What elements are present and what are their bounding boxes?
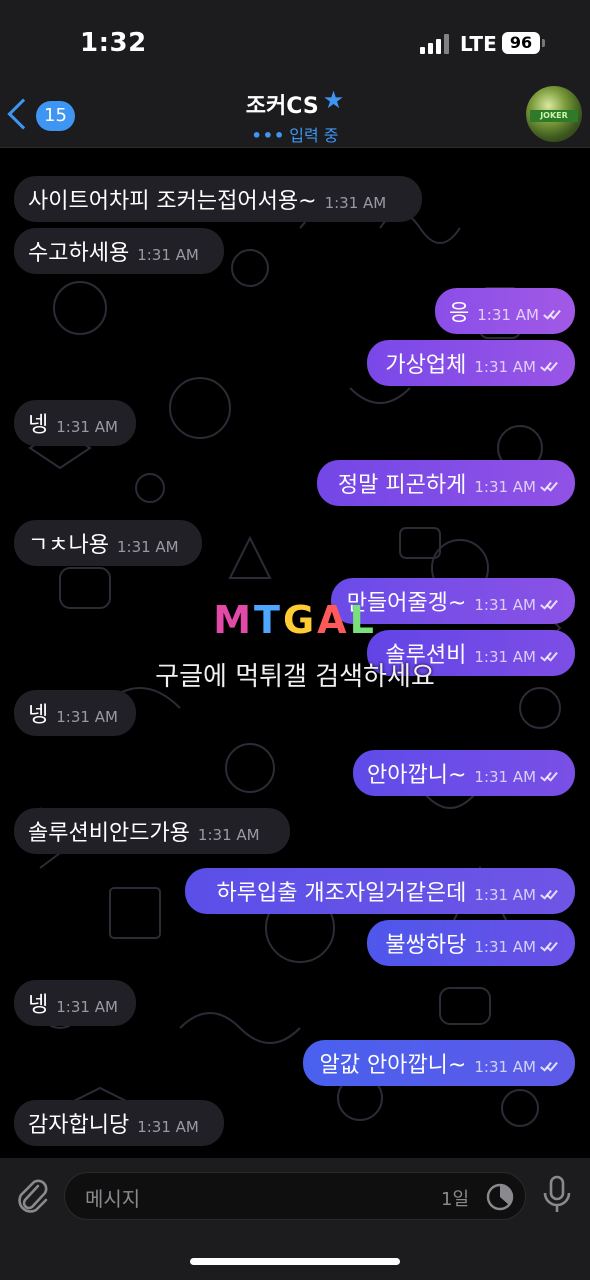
message-text: 응 — [449, 301, 470, 326]
message-text: 감자합니당 — [28, 1113, 130, 1138]
incoming-message[interactable]: 넹 1:31 AM — [14, 690, 136, 736]
message-time: 1:31 AM — [474, 596, 536, 614]
message-text: ㄱㅊ나용 — [28, 533, 109, 558]
avatar[interactable]: JOKER — [526, 86, 582, 142]
message-time: 1:31 AM — [474, 478, 536, 496]
message-time: 1:31 AM — [474, 938, 536, 956]
read-checkmark-icon — [542, 307, 561, 322]
typing-status: ••• 입력 중 — [180, 122, 410, 146]
network-label: LTE — [460, 32, 497, 56]
chat-title: 조커CS — [245, 94, 319, 119]
message-text: 넹 — [28, 413, 49, 438]
message-time: 1:31 AM — [197, 826, 260, 844]
star-icon: ★ — [322, 86, 345, 114]
message-list[interactable]: 사이트어차피 조커는접어서용~ 1:31 AM 수고하세용 1:31 AM 응 1:31 … — [0, 148, 590, 1158]
timer-icon[interactable] — [485, 1182, 515, 1212]
incoming-message[interactable]: 수고하세용 1:31 AM — [14, 228, 224, 274]
message-time: 1:31 AM — [474, 886, 536, 904]
outgoing-message[interactable]: 응 1:31 AM — [435, 288, 575, 334]
outgoing-message[interactable]: 정말 피곤하게 1:31 AM — [317, 460, 575, 506]
message-placeholder: 메시지 — [85, 1187, 141, 1211]
microphone-icon[interactable] — [540, 1174, 574, 1216]
message-text: 사이트어차피 조커는접어서용~ — [28, 189, 317, 214]
chat-title-area[interactable]: 조커CS ★ ••• 입력 중 — [180, 86, 410, 146]
message-time: 1:31 AM — [116, 538, 179, 556]
read-checkmark-icon — [539, 887, 561, 902]
paperclip-icon[interactable] — [14, 1176, 50, 1214]
incoming-message[interactable]: 솔루션비안드가용 1:31 AM — [14, 808, 290, 854]
battery-icon: 96 — [502, 32, 545, 54]
typing-dots-icon: ••• — [251, 126, 286, 145]
incoming-message[interactable]: ㄱㅊ나용 1:31 AM — [14, 520, 202, 566]
chevron-left-icon — [7, 98, 39, 130]
self-destruct-label: 1일 — [441, 1189, 470, 1210]
message-text: 알값 안아깝니~ — [319, 1053, 467, 1078]
read-checkmark-icon — [539, 359, 561, 374]
read-checkmark-icon — [539, 769, 561, 784]
message-input[interactable]: 메시지 1일 — [64, 1172, 526, 1220]
message-time: 1:31 AM — [137, 246, 199, 264]
message-text: 수고하세용 — [28, 241, 130, 266]
outgoing-message[interactable]: 안아깝니~ 1:31 AM — [353, 750, 575, 796]
message-time: 1:31 AM — [474, 1058, 536, 1076]
incoming-message[interactable]: 넹 1:31 AM — [14, 400, 136, 446]
message-time: 1:31 AM — [477, 306, 539, 324]
message-text: 하루입출 개조자일거같은데 — [216, 881, 467, 906]
outgoing-message[interactable]: 가상업체 1:31 AM — [367, 340, 575, 386]
message-text: 솔루션비안드가용 — [28, 821, 190, 846]
avatar-logo: JOKER — [530, 110, 578, 122]
status-bar: 1:32 LTE 96 — [0, 0, 590, 86]
read-checkmark-icon — [539, 479, 561, 494]
message-text: 가상업체 — [385, 353, 467, 378]
outgoing-message[interactable]: 하루입출 개조자일거같은데 1:31 AM — [185, 868, 575, 914]
message-text: 안아깝니~ — [367, 763, 467, 788]
message-text: 넹 — [28, 703, 49, 728]
watermark-text: 구글에 먹튀갤 검색하세요 — [155, 662, 435, 692]
incoming-message[interactable]: 사이트어차피 조커는접어서용~ 1:31 AM — [14, 176, 422, 222]
home-indicator — [190, 1258, 400, 1265]
watermark-logo: MTGAL — [213, 598, 377, 642]
read-checkmark-icon — [539, 939, 561, 954]
message-text: 불쌍하당 — [385, 933, 467, 958]
back-button[interactable]: 15 — [7, 94, 78, 138]
message-text: 넹 — [28, 993, 49, 1018]
incoming-message[interactable]: 넹 1:31 AM — [14, 980, 136, 1026]
status-time: 1:32 — [80, 28, 147, 58]
message-time: 1:31 AM — [474, 358, 536, 376]
typing-label: 입력 중 — [289, 126, 339, 145]
message-time: 1:31 AM — [137, 1118, 199, 1136]
signal-icon — [420, 34, 450, 54]
chat-header: 15 조커CS ★ ••• 입력 중 JOKER — [0, 86, 590, 148]
unread-count-badge: 15 — [36, 101, 75, 131]
read-checkmark-icon — [539, 1059, 561, 1074]
message-time: 1:31 AM — [56, 998, 118, 1016]
message-time: 1:31 AM — [324, 194, 387, 212]
message-time: 1:31 AM — [474, 768, 537, 786]
read-checkmark-icon — [539, 597, 561, 612]
outgoing-message[interactable]: 알값 안아깝니~ 1:31 AM — [303, 1040, 575, 1086]
message-time: 1:31 AM — [56, 418, 118, 436]
incoming-message[interactable]: 감자합니당 1:31 AM — [14, 1100, 224, 1146]
outgoing-message[interactable]: 불쌍하당 1:31 AM — [367, 920, 575, 966]
message-text: 정말 피곤하게 — [337, 473, 467, 498]
message-time: 1:31 AM — [56, 708, 118, 726]
